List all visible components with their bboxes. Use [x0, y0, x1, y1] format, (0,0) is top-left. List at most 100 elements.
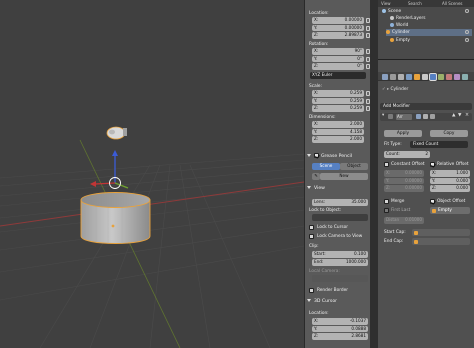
start-cap-field[interactable] [412, 229, 470, 236]
properties-shelf[interactable]: Location: X: 0.00000 Y: 0.00000 Z: 2.89873 … [304, 0, 370, 348]
outliner-row-scene[interactable]: Scene [382, 8, 401, 15]
display-icon[interactable] [423, 114, 428, 119]
tab-search[interactable]: Search [408, 1, 422, 6]
copy-button[interactable]: Copy [430, 130, 468, 137]
material-icon[interactable] [446, 73, 452, 80]
apply-button[interactable]: Apply [384, 130, 422, 137]
properties-editor[interactable]: ✓ ▸ Cylinder Add Modifier ▾ Arr ▲ ▼ × Ap… [378, 60, 474, 348]
constant-offset-z[interactable]: Z: 0.00000 [384, 185, 424, 192]
mesh-object-icon [386, 29, 390, 34]
scale-y-field[interactable]: Y: 0.259 [312, 97, 364, 104]
grease-pencil-checkbox[interactable] [314, 153, 319, 158]
end-cap-field[interactable] [412, 238, 470, 245]
outliner-row-renderlayers[interactable]: RenderLayers [390, 15, 426, 22]
axis-label: Z: [386, 185, 391, 190]
3d-cursor-header[interactable]: 3D Cursor [307, 299, 337, 304]
location-y-field[interactable]: Y: 0.00000 [312, 24, 364, 31]
eye-icon[interactable] [465, 38, 469, 42]
object-icon[interactable] [414, 73, 420, 80]
object-toggle[interactable]: Object [340, 163, 368, 170]
first-last-checkbox[interactable] [384, 208, 389, 213]
object-offset-checkbox[interactable] [430, 199, 435, 204]
dimensions-z-field[interactable]: Z: 2.000 [312, 136, 364, 143]
add-modifier-dropdown[interactable]: Add Modifier [380, 103, 472, 110]
rotation-x-field[interactable]: X: 90° [312, 48, 364, 55]
outliner-header: View Search All Scenes [378, 0, 474, 7]
relative-offset-y[interactable]: Y: 0.000 [430, 177, 470, 184]
lock-object-field[interactable] [312, 214, 368, 221]
rotation-z-field[interactable]: Z: 0° [312, 63, 364, 70]
3d-viewport[interactable] [0, 0, 304, 348]
lock-camera-checkbox[interactable] [309, 234, 314, 239]
field-value: 0.00000 [405, 170, 422, 175]
field-value: 0.0888 [351, 325, 366, 331]
offset-object-field[interactable]: Empty [430, 207, 470, 214]
new-button[interactable]: New [320, 173, 368, 180]
relative-offset-checkbox[interactable] [430, 162, 435, 167]
cylinder-mesh [80, 192, 151, 244]
outliner-row-empty[interactable]: Empty [390, 37, 410, 44]
editor-splitter[interactable] [370, 0, 378, 348]
dimensions-x-field[interactable]: X: 2.000 [312, 121, 364, 128]
outliner-row-cylinder[interactable]: Cylinder [386, 29, 472, 36]
grease-pencil-source-toggle[interactable]: Scene Object [312, 163, 368, 170]
merge-distance-field[interactable]: Distan 0.01000 [384, 217, 424, 224]
location-x-field[interactable]: X: 0.00000 [312, 17, 364, 24]
view-header[interactable]: View [307, 186, 325, 191]
cursor-z-field[interactable]: Z: 2.8681 [312, 333, 368, 340]
expand-triangle-icon[interactable]: ▾ [382, 113, 384, 118]
collapse-triangle-icon [307, 186, 311, 189]
field-label: Distan [386, 217, 400, 222]
scale-z-field[interactable]: Z: 0.259 [312, 105, 364, 112]
relative-offset-x[interactable]: X: 1.000 [430, 170, 470, 177]
tab-all-scenes[interactable]: All Scenes [442, 1, 463, 6]
clip-end-field[interactable]: End: 1000.000 [312, 259, 368, 266]
rotation-mode-select[interactable]: XYZ Euler [310, 72, 366, 79]
fit-type-select[interactable]: Fixed Count [410, 141, 468, 148]
eye-icon[interactable] [465, 9, 469, 13]
pencil-icon[interactable]: ✎ [312, 173, 320, 180]
merge-checkbox[interactable] [384, 199, 389, 204]
scene-toggle[interactable]: Scene [312, 163, 340, 170]
constant-offset-y[interactable]: Y: 0.00000 [384, 177, 424, 184]
constant-offset-checkbox[interactable] [384, 162, 389, 167]
scale-x-field[interactable]: X: 0.259 [312, 90, 364, 97]
tab-view[interactable]: View [381, 1, 391, 6]
camera-icon[interactable] [416, 114, 421, 119]
physics-icon[interactable] [462, 73, 468, 80]
render-border-checkbox[interactable] [309, 288, 314, 293]
layers-icon[interactable] [390, 73, 396, 80]
modifier-wrench-icon[interactable] [429, 72, 437, 81]
texture-icon[interactable] [454, 73, 460, 80]
modifier-name-field[interactable]: Arr [396, 114, 412, 120]
world-icon[interactable] [406, 73, 412, 80]
move-up-icon[interactable]: ▲ [452, 113, 455, 118]
constant-offset-x[interactable]: X: 0.00000 [384, 170, 424, 177]
field-value: 0.000 [456, 177, 468, 183]
local-camera-field[interactable] [312, 275, 368, 282]
count-field[interactable]: Count: 2 [384, 151, 430, 158]
constraints-icon[interactable] [422, 73, 428, 80]
scene-icon[interactable] [398, 73, 404, 80]
cursor-y-field[interactable]: Y: 0.0888 [312, 325, 368, 332]
rotation-y-field[interactable]: Y: 0° [312, 55, 364, 62]
lock-camera-label: Lock Camera to View [317, 234, 363, 239]
relative-offset-z[interactable]: Z: 0.000 [430, 185, 470, 192]
render-icon[interactable] [382, 73, 388, 80]
eye-icon[interactable] [465, 30, 469, 34]
location-z-field[interactable]: Z: 2.89873 [312, 32, 364, 39]
outliner-row-world[interactable]: World [390, 22, 408, 29]
dimensions-y-field[interactable]: Y: 4.158 [312, 128, 364, 135]
close-icon[interactable]: × [465, 113, 469, 118]
move-down-icon[interactable]: ▼ [458, 113, 461, 118]
clip-start-field[interactable]: Start: 0.100 [312, 251, 368, 258]
cursor-x-field[interactable]: X: -0.1037 [312, 318, 368, 325]
data-icon[interactable] [438, 73, 444, 80]
axis-label: Z: [314, 105, 319, 110]
grease-pencil-header[interactable]: Grease Pencil [307, 152, 352, 159]
lens-field[interactable]: Lens: 35.000 [312, 199, 368, 206]
lock-to-cursor-checkbox[interactable] [309, 225, 314, 230]
editmode-icon[interactable] [430, 114, 435, 119]
outliner-editor[interactable]: View Search All Scenes Scene RenderLayer… [378, 0, 474, 60]
relative-offset-label: Relative Offset [437, 162, 469, 167]
